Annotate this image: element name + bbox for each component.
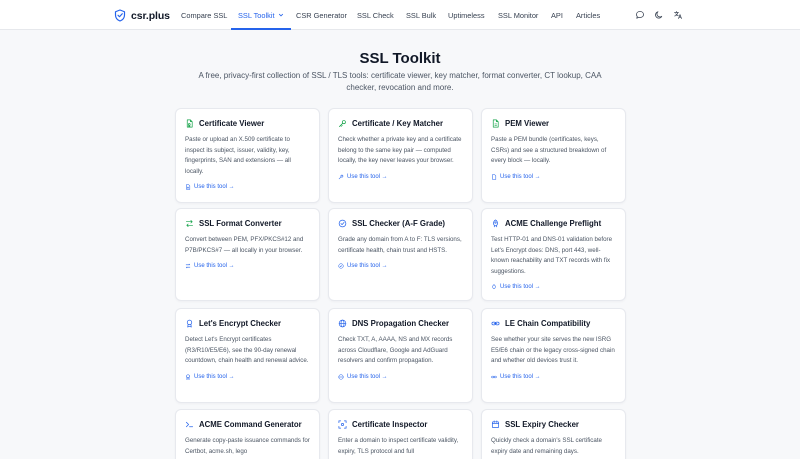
tool-card-le-chain-compatibility[interactable]: LE Chain Compatibility See whether your … [481, 308, 626, 403]
shield-check-icon [114, 9, 126, 22]
use-tool-link[interactable]: Use this tool → [185, 183, 310, 191]
convert-arrows-icon [185, 219, 194, 227]
tool-card-pem-viewer[interactable]: PEM Viewer Paste a PEM bundle (certifica… [481, 108, 626, 203]
card-title: LE Chain Compatibility [505, 318, 591, 328]
tool-card-ssl-format-converter[interactable]: SSL Format Converter Convert between PEM… [175, 208, 320, 301]
nav-api[interactable]: API [551, 0, 563, 30]
key-icon [338, 119, 346, 127]
card-description: Paste a PEM bundle (certificates, keys, … [491, 136, 607, 165]
tool-card-dns-propagation-checker[interactable]: DNS Propagation Checker Check TXT, A, AA… [328, 308, 473, 403]
award-icon [186, 319, 193, 327]
card-description: See whether your site serves the new ISR… [491, 336, 615, 365]
page-subtitle: A free, privacy-first collection of SSL … [198, 71, 602, 92]
globe-icon [338, 374, 344, 380]
card-title: ACME Command Generator [199, 419, 302, 429]
use-tool-label: Use this tool → [194, 263, 235, 270]
rocket-icon [492, 284, 496, 290]
card-title: PEM Viewer [505, 118, 550, 128]
card-description: Check TXT, A, AAAA, NS and MX records ac… [338, 336, 453, 365]
file-icon [492, 119, 499, 127]
card-description: Test HTTP-01 and DNS-01 validation befor… [491, 236, 613, 275]
use-tool-label: Use this tool → [500, 173, 541, 180]
card-description: Quickly check a domain's SSL certificate… [491, 437, 602, 455]
card-description: Detect Let's Encrypt certificates (R3/R1… [185, 336, 309, 365]
tool-card-ssl-expiry-checker[interactable]: SSL Expiry Checker Quickly check a domai… [481, 409, 626, 459]
use-tool-link[interactable]: Use this tool → [491, 173, 616, 181]
tool-card-certificate-key-matcher[interactable]: Certificate / Key Matcher Check whether … [328, 108, 473, 203]
card-title: Certificate Inspector [352, 419, 428, 429]
card-title: Certificate Viewer [199, 118, 265, 128]
nav-ssl-monitor[interactable]: SSL Monitor [498, 0, 538, 30]
nav-csr-generator[interactable]: CSR Generator [296, 0, 347, 30]
card-description: Generate copy-paste issuance commands fo… [185, 437, 310, 455]
moon-icon[interactable] [654, 10, 664, 20]
use-tool-label: Use this tool → [194, 373, 235, 380]
card-title: ACME Challenge Preflight [505, 218, 602, 228]
convert-arrows-icon [185, 263, 191, 269]
use-tool-label: Use this tool → [347, 263, 388, 270]
use-tool-label: Use this tool → [500, 284, 541, 291]
check-circle-icon [338, 219, 347, 227]
brand-logo[interactable]: csr.plus [114, 8, 170, 23]
nav-articles[interactable]: Articles [576, 0, 600, 30]
card-title: SSL Checker (A-F Grade) [352, 218, 446, 228]
tool-card-acme-command-generator[interactable]: ACME Command Generator Generate copy-pas… [175, 409, 320, 459]
nav-ssl-toolkit[interactable]: SSL Toolkit [231, 0, 291, 30]
globe-icon [338, 319, 347, 327]
use-tool-link[interactable]: Use this tool → [338, 262, 463, 270]
tool-card-lets-encrypt-checker[interactable]: Let's Encrypt Checker Detect Let's Encry… [175, 308, 320, 403]
tool-card-certificate-inspector[interactable]: Certificate Inspector Enter a domain to … [328, 409, 473, 459]
tool-card-certificate-viewer[interactable]: Certificate Viewer Paste or upload an X.… [175, 108, 320, 203]
card-description: Paste or upload an X.509 certificate to … [185, 136, 291, 175]
card-description: Enter a domain to inspect certificate va… [338, 437, 459, 455]
nav-uptimeless[interactable]: Uptimeless [448, 0, 485, 30]
calendar-icon [491, 420, 500, 428]
language-translate-icon[interactable] [673, 10, 683, 20]
nav-ssl-check[interactable]: SSL Check [357, 0, 394, 30]
use-tool-link[interactable]: Use this tool → [185, 373, 310, 381]
use-tool-link[interactable]: Use this tool → [185, 262, 310, 270]
scan-icon [338, 420, 347, 428]
chat-bubble-icon[interactable] [635, 10, 645, 20]
use-tool-link[interactable]: Use this tool → [338, 173, 463, 181]
nav-ssl-toolkit-label: SSL Toolkit [238, 10, 275, 20]
card-title: DNS Propagation Checker [352, 318, 450, 328]
rocket-icon [493, 219, 498, 227]
link-chain-icon [491, 321, 500, 325]
use-tool-link[interactable]: Use this tool → [491, 283, 616, 291]
card-description: Check whether a private key and a certif… [338, 136, 462, 165]
check-circle-icon [338, 263, 344, 269]
use-tool-label: Use this tool → [500, 373, 541, 380]
card-description: Convert between PEM, PFX/PKCS#12 and P7B… [185, 236, 304, 254]
chevron-down-icon [278, 13, 283, 17]
nav-compare-ssl[interactable]: Compare SSL [181, 0, 227, 30]
use-tool-label: Use this tool → [194, 184, 235, 191]
key-icon [338, 174, 344, 180]
use-tool-label: Use this tool → [347, 173, 388, 180]
tool-card-ssl-checker[interactable]: SSL Checker (A-F Grade) Grade any domain… [328, 208, 473, 301]
brand-name: csr.plus [131, 9, 170, 22]
terminal-icon [185, 421, 194, 427]
award-icon [186, 374, 190, 380]
use-tool-link[interactable]: Use this tool → [338, 373, 463, 381]
file-certificate-icon [186, 184, 191, 191]
use-tool-link[interactable]: Use this tool → [491, 373, 616, 381]
card-title: Let's Encrypt Checker [199, 318, 282, 328]
card-title: SSL Format Converter [199, 218, 282, 228]
page-title: SSL Toolkit [359, 50, 441, 67]
tool-card-acme-challenge-preflight[interactable]: ACME Challenge Preflight Test HTTP-01 an… [481, 208, 626, 301]
file-icon [492, 174, 497, 180]
link-chain-icon [491, 375, 497, 378]
use-tool-label: Use this tool → [347, 373, 388, 380]
card-title: Certificate / Key Matcher [352, 118, 443, 128]
top-navigation-bar: csr.plus Compare SSL SSL Toolkit CSR Gen… [0, 0, 800, 30]
nav-ssl-bulk[interactable]: SSL Bulk [406, 0, 436, 30]
file-certificate-icon [186, 119, 193, 127]
card-description: Grade any domain from A to F: TLS versio… [338, 236, 462, 254]
card-title: SSL Expiry Checker [505, 419, 579, 429]
